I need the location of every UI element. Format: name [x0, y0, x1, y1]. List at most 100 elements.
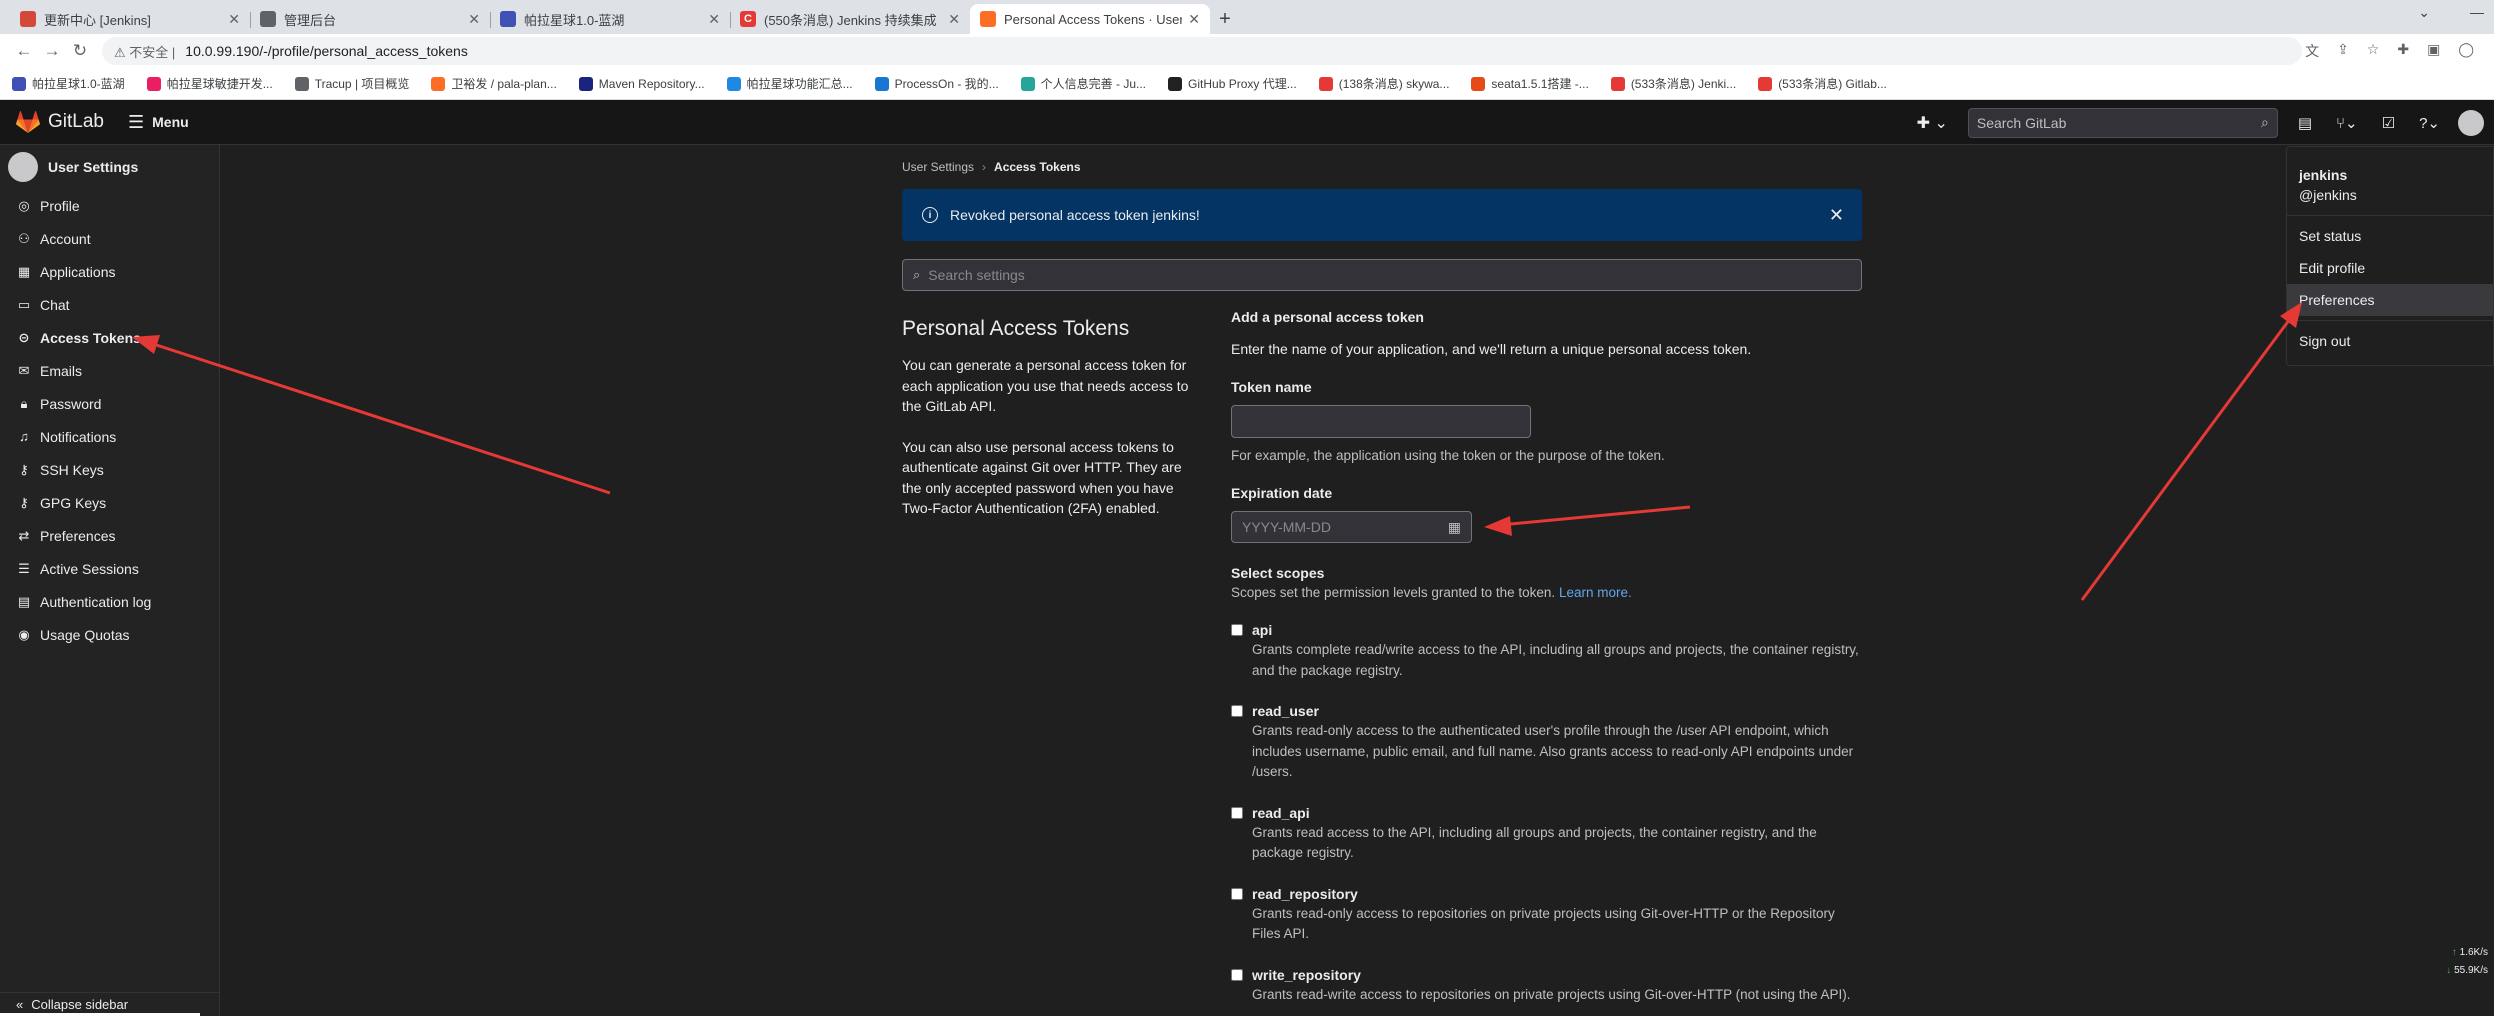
- tab-close-icon[interactable]: ✕: [948, 11, 960, 28]
- bookmark-item[interactable]: ProcessOn - 我的...: [874, 75, 999, 92]
- scope-name[interactable]: read_user: [1252, 703, 1862, 719]
- scopes-label: Select scopes: [1231, 565, 1325, 581]
- sidebar-item-preferences[interactable]: ⇄ Preferences: [0, 519, 219, 552]
- tab-search-icon[interactable]: ⌄: [2418, 4, 2430, 21]
- bookmark-item[interactable]: seata1.5.1搭建 -...: [1471, 75, 1589, 92]
- breadcrumb-current[interactable]: Access Tokens: [994, 160, 1081, 174]
- bookmark-item[interactable]: 卫裕发 / pala-plan...: [431, 75, 557, 92]
- issues-icon[interactable]: ▤: [2298, 114, 2312, 132]
- user-avatar[interactable]: [2458, 109, 2484, 136]
- sidebar-item-profile[interactable]: ◎ Profile: [0, 189, 219, 222]
- sidebar-item-usage-quotas[interactable]: ◉ Usage Quotas: [0, 618, 219, 651]
- window-controls: ⌄ —: [2418, 4, 2484, 21]
- bookmark-item[interactable]: (138条消息) skywa...: [1318, 75, 1450, 92]
- dropdown-user-name[interactable]: jenkins: [2287, 167, 2493, 183]
- browser-tab[interactable]: C (550条消息) Jenkins 持续集成 ✕: [730, 4, 970, 34]
- breadcrumb-chevron-icon: ›: [982, 160, 987, 174]
- token-name-field[interactable]: [1231, 405, 1531, 438]
- bookmark-item[interactable]: 帕拉星球敏捷开发...: [146, 75, 273, 92]
- bookmark-item[interactable]: 个人信息完善 - Ju...: [1020, 75, 1147, 92]
- scope-checkbox[interactable]: [1231, 887, 1243, 900]
- tab-label: 更新中心 [Jenkins]: [44, 12, 151, 28]
- scope-checkbox[interactable]: [1231, 624, 1243, 636]
- insecure-indicator[interactable]: ⚠ 不安全 |: [114, 42, 175, 61]
- scope-name[interactable]: write_repository: [1252, 967, 1862, 983]
- preferences-item[interactable]: Preferences: [2287, 284, 2493, 316]
- minimize-icon[interactable]: —: [2470, 4, 2484, 21]
- expiration-label: Expiration date: [1231, 485, 1333, 501]
- set-status-item[interactable]: Set status: [2287, 220, 2493, 252]
- sidebar-item-emails[interactable]: ✉ Emails: [0, 354, 219, 387]
- reload-icon[interactable]: ↻: [66, 37, 94, 65]
- calendar-icon[interactable]: ▦: [1448, 519, 1461, 536]
- browser-tab[interactable]: 管理后台 ✕: [250, 4, 490, 34]
- sign-out-item[interactable]: Sign out: [2287, 325, 2493, 357]
- scope-name[interactable]: api: [1252, 622, 1862, 638]
- main-menu-button[interactable]: ☰ Menu: [128, 112, 189, 133]
- url-omnibox[interactable]: ⚠ 不安全 | 10.0.99.190/-/profile/personal_a…: [102, 37, 2302, 65]
- dropdown-username[interactable]: @jenkins: [2287, 187, 2493, 203]
- close-icon[interactable]: ✕: [1829, 205, 1844, 226]
- help-icon[interactable]: ?⌄: [2419, 114, 2440, 132]
- sidebar-item-active-sessions[interactable]: ☰ Active Sessions: [0, 552, 219, 585]
- profile-icon[interactable]: ◯: [2458, 41, 2474, 61]
- merge-requests-icon[interactable]: ⑂⌄: [2336, 114, 2358, 132]
- sidebar-item-chat[interactable]: ▭ Chat: [0, 288, 219, 321]
- settings-sidebar: User Settings ◎ Profile ⚇ Account ▦ Applicati…: [0, 145, 220, 1016]
- todos-icon[interactable]: ☑: [2382, 114, 2395, 132]
- browser-tab[interactable]: 更新中心 [Jenkins] ✕: [10, 4, 250, 34]
- tab-close-icon[interactable]: ✕: [708, 11, 720, 28]
- breadcrumb-parent[interactable]: User Settings: [902, 160, 974, 174]
- scope-name[interactable]: read_api: [1252, 805, 1862, 821]
- tab-close-icon[interactable]: ✕: [228, 11, 240, 28]
- page-title: Personal Access Tokens: [902, 317, 1130, 340]
- new-tab-button[interactable]: +: [1210, 4, 1240, 34]
- upload-arrow-icon: ↑: [2451, 947, 2457, 958]
- bookmark-item[interactable]: Tracup | 项目概览: [294, 75, 409, 92]
- sidebar-item-notifications[interactable]: ♫ Notifications: [0, 420, 219, 453]
- share-icon[interactable]: ⇪: [2337, 41, 2349, 61]
- gitlab-logo[interactable]: GitLab: [16, 111, 104, 133]
- expiration-date-field[interactable]: YYYY-MM-DD ▦: [1231, 511, 1472, 543]
- gitlab-search-input[interactable]: Search GitLab ⌕: [1967, 107, 2278, 138]
- sidebar-item-applications[interactable]: ▦ Applications: [0, 255, 219, 288]
- sidebar-item-password[interactable]: 🔒︎ Password: [0, 387, 219, 420]
- header-icons: ▤ ⑂⌄ ☑ ?⌄: [2298, 114, 2440, 132]
- browser-tab[interactable]: 帕拉星球1.0-蓝湖 ✕: [490, 4, 730, 34]
- scope-checkbox[interactable]: [1231, 705, 1243, 717]
- bookmark-item[interactable]: Maven Repository...: [578, 76, 705, 91]
- bookmark-item[interactable]: GitHub Proxy 代理...: [1168, 75, 1297, 92]
- star-icon[interactable]: ☆: [2367, 41, 2380, 61]
- network-speed-widget: ↑ 1.6K/s ↓ 55.9K/s: [2422, 944, 2488, 980]
- tab-close-icon[interactable]: ✕: [1188, 11, 1200, 28]
- account-icon: ⚇: [18, 230, 30, 246]
- sidebar-item-authentication-log[interactable]: ▤ Authentication log: [0, 585, 219, 618]
- browser-tab[interactable]: Personal Access Tokens · User ✕: [970, 4, 1210, 34]
- bookmark-item[interactable]: 帕拉星球功能汇总...: [726, 75, 853, 92]
- sidebar-item-gpg-keys[interactable]: ⚷ GPG Keys: [0, 486, 219, 519]
- forward-icon[interactable]: →: [38, 37, 66, 65]
- bookmark-favicon-icon: [1471, 76, 1486, 91]
- bookmark-item[interactable]: (533条消息) Jenki...: [1610, 75, 1736, 92]
- collapse-label: Collapse sidebar: [31, 997, 129, 1012]
- scope-name[interactable]: read_repository: [1252, 886, 1862, 902]
- edit-profile-item[interactable]: Edit profile: [2287, 252, 2493, 284]
- bookmark-label: 个人信息完善 - Ju...: [1040, 77, 1147, 91]
- sidebar-item-access-tokens[interactable]: ⊝ Access Tokens: [0, 321, 219, 354]
- learn-more-link[interactable]: Learn more.: [1559, 585, 1632, 600]
- sidebar-item-ssh-keys[interactable]: ⚷ SSH Keys: [0, 453, 219, 486]
- sidepanel-icon[interactable]: ▣: [2427, 41, 2440, 61]
- extensions-icon[interactable]: ✚: [2397, 41, 2409, 61]
- bookmark-item[interactable]: (533条消息) Gitlab...: [1758, 75, 1887, 92]
- tab-close-icon[interactable]: ✕: [468, 11, 480, 28]
- back-icon[interactable]: ←: [10, 37, 38, 65]
- scope-checkbox[interactable]: [1231, 968, 1243, 981]
- sidebar-item-account[interactable]: ⚇ Account: [0, 222, 219, 255]
- new-dropdown-icon[interactable]: ✚ ⌄: [1917, 113, 1948, 133]
- scope-checkbox[interactable]: [1231, 806, 1243, 819]
- settings-search-input[interactable]: ⌕ Search settings: [902, 259, 1862, 291]
- bookmark-item[interactable]: 帕拉星球1.0-蓝湖: [12, 75, 125, 92]
- sidebar-title[interactable]: User Settings: [0, 145, 219, 189]
- translate-icon[interactable]: 文: [2305, 41, 2319, 61]
- bookmark-label: (138条消息) skywa...: [1338, 77, 1450, 91]
